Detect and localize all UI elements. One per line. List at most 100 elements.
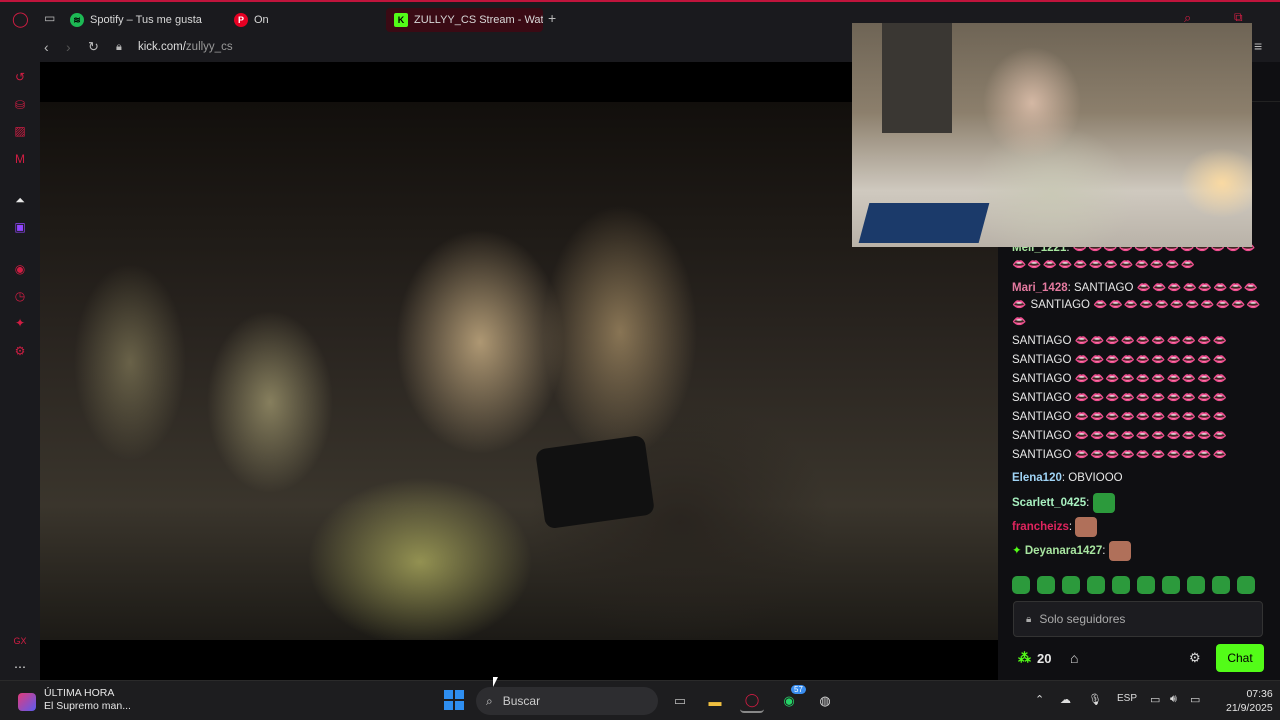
opera-logo-icon[interactable]: ◯ (12, 10, 29, 28)
more-icon[interactable]: ⋯ (13, 660, 27, 674)
chat-message: SANTIAGO 👄👄👄👄👄👄👄👄👄👄 (998, 371, 1280, 388)
history-icon[interactable]: ◷ (13, 289, 27, 303)
battery-icon[interactable]: ▭ (1190, 693, 1200, 706)
chat-text: OBVIOOO (1068, 472, 1123, 484)
chat-input[interactable]: 🔒︎ Solo seguidores (1013, 601, 1263, 637)
tray-chevron-icon[interactable]: ⌃ (1035, 693, 1044, 706)
chat-message: francheizs: (998, 517, 1280, 537)
emote-button-icon[interactable] (1087, 576, 1105, 594)
app-icon[interactable]: ◍ (813, 689, 837, 713)
tab-kick-stream[interactable]: K ZULLYY_CS Stream - Wat (386, 8, 543, 32)
webcam-background-window (882, 23, 952, 133)
chat-settings-icon[interactable]: ⚙ (1189, 650, 1201, 666)
webcam-keyboard (858, 203, 990, 243)
chat-username[interactable]: Elena120 (1012, 472, 1062, 484)
network-icon[interactable]: ▭ (1150, 693, 1160, 706)
url-path: zullyy_cs (185, 41, 233, 53)
chat-username[interactable]: Scarlett_0425 (1012, 497, 1086, 509)
search-placeholder: Buscar (502, 694, 541, 708)
new-tab-button[interactable]: + (548, 10, 556, 26)
chat-message: Mari_1428: SANTIAGO 👄👄👄👄👄👄👄👄 👄 SANTIAGO … (1012, 282, 1262, 328)
chat-emotes: 👄👄👄👄👄👄👄👄👄👄 (1074, 430, 1228, 442)
emote-button-icon[interactable] (1162, 576, 1180, 594)
chat-emotes: 👄👄👄👄👄👄👄👄👄👄 (1074, 354, 1228, 366)
chat-text: SANTIAGO (1012, 373, 1072, 385)
whatsapp-icon[interactable]: ◉ 57 (777, 685, 806, 713)
tab-spotify[interactable]: ≋ Spotify – Tus me gusta (62, 8, 222, 32)
chat-message: Scarlett_0425: (998, 493, 1280, 513)
player-icon[interactable]: ▨ (13, 124, 27, 138)
reload-icon[interactable]: ↻ (88, 39, 99, 55)
tab-pinterest[interactable]: P On (226, 8, 292, 32)
kick-sidebar-icon[interactable]: ⏶ (13, 193, 27, 207)
chat-text: SANTIAGO (1012, 392, 1072, 404)
volume-icon[interactable]: 🔊︎ (1170, 693, 1177, 706)
chat-message: SANTIAGO 👄👄👄👄👄👄👄👄👄👄 (998, 390, 1280, 407)
points-icon: ⁂ (1018, 650, 1031, 665)
chat-username[interactable]: francheizs (1012, 521, 1069, 533)
chat-message: ✦ Deyanara1427: (998, 541, 1280, 561)
forward-icon[interactable]: › (66, 39, 71, 55)
browser-sidebar: ↺ ⛁ ▨ M ⏶ ▣ ◉ ◷ ✦ ⚙ GX ⋯ (0, 62, 40, 680)
gx-icon[interactable]: GX (13, 634, 27, 648)
lock-icon: 🔒︎ (116, 41, 122, 53)
chat-emotes: 👄👄👄👄👄👄👄👄👄👄 (1074, 411, 1228, 423)
clock[interactable]: 07:36 21/9/2025 (1226, 687, 1273, 715)
mouse-cursor (493, 677, 503, 687)
emote-button-icon[interactable] (1137, 576, 1155, 594)
chat-message: SANTIAGO 👄👄👄👄👄👄👄👄👄👄 (998, 333, 1280, 350)
tab-list-icon[interactable]: ▭ (44, 11, 55, 25)
language-indicator[interactable]: ESP (1117, 693, 1137, 704)
tab-label: ZULLYY_CS Stream - Wat (414, 14, 543, 26)
opera-gx-taskbar-icon[interactable]: ◯ (740, 689, 764, 713)
taskbar-search[interactable]: ⌕ Buscar (476, 687, 658, 715)
clock-time: 07:36 (1246, 688, 1273, 700)
chat-message: SANTIAGO 👄👄👄👄👄👄👄👄👄👄 (998, 428, 1280, 445)
emote-button-icon[interactable] (1037, 576, 1055, 594)
microphone-icon[interactable]: 🎙︎ (1088, 693, 1102, 706)
news-widget[interactable]: ÚLTIMA HORA El Supremo man... (18, 687, 131, 713)
news-subtitle: El Supremo man... (44, 700, 131, 712)
messenger-icon[interactable]: M (13, 152, 27, 166)
back-icon[interactable]: ‹ (44, 39, 49, 55)
webcam-overlay (852, 23, 1252, 247)
chat-username[interactable]: Deyanara1427 (1025, 545, 1102, 557)
menu-icon[interactable]: ≡ (1254, 38, 1262, 54)
sparkle-badge-icon: ✦ (1012, 545, 1022, 558)
emote-button-icon[interactable] (1212, 576, 1230, 594)
chat-text: SANTIAGO (1030, 299, 1090, 311)
chat-emotes: 👄👄👄👄👄👄👄👄👄👄 (1074, 373, 1228, 385)
twitch-icon[interactable]: ▣ (13, 220, 27, 234)
pinterest-icon: P (234, 13, 248, 27)
extensions-icon[interactable]: ✦ (13, 316, 27, 330)
emote-button-icon[interactable] (1237, 576, 1255, 594)
store-icon[interactable]: ⌂ (1070, 650, 1078, 666)
chat-text: SANTIAGO (1012, 449, 1072, 461)
chat-input-placeholder: Solo seguidores (1039, 612, 1126, 626)
chat-send-button[interactable]: Chat (1216, 644, 1264, 672)
emote-bar (1012, 576, 1255, 594)
aria-icon[interactable]: ↺ (13, 70, 27, 84)
emote-button-icon[interactable] (1187, 576, 1205, 594)
chat-emotes: 👄👄👄👄👄👄👄👄👄👄 (1074, 392, 1228, 404)
url-field[interactable]: kick.com/zullyy_cs (138, 41, 233, 53)
chat-username[interactable]: Mari_1428 (1012, 282, 1068, 294)
url-host: kick.com/ (138, 41, 186, 53)
emote-button-icon[interactable] (1112, 576, 1130, 594)
onedrive-icon[interactable]: ☁ (1060, 693, 1071, 706)
tab-label: On (254, 14, 269, 26)
emote-button-icon[interactable] (1012, 576, 1030, 594)
crypto-wallet-icon[interactable]: ⛁ (13, 98, 27, 112)
start-button[interactable] (444, 690, 464, 710)
file-explorer-icon[interactable]: ▬ (703, 689, 727, 713)
task-view-icon[interactable]: ▭ (668, 689, 692, 713)
points-value: 20 (1037, 650, 1052, 666)
chat-text: SANTIAGO (1012, 411, 1072, 423)
chat-text: SANTIAGO (1012, 335, 1072, 347)
tab-label: Spotify – Tus me gusta (90, 14, 202, 26)
emote-button-icon[interactable] (1062, 576, 1080, 594)
discord-icon[interactable]: ◉ (13, 262, 27, 276)
channel-points[interactable]: ⁂ 20 (1018, 650, 1051, 666)
settings-icon[interactable]: ⚙ (13, 344, 27, 358)
spotify-icon: ≋ (70, 13, 84, 27)
